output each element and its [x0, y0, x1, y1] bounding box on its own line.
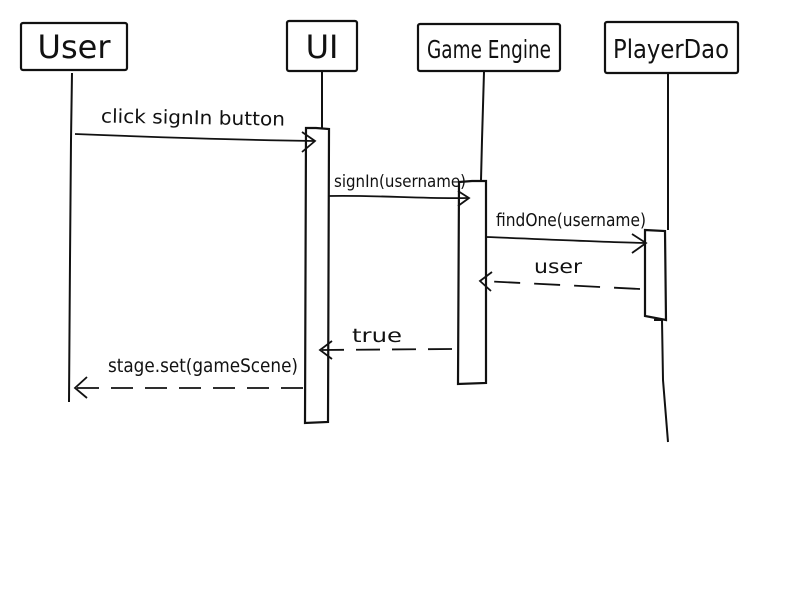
message-label-6: stage.set(gameScene) — [108, 355, 298, 377]
message-label-1: click signIn button — [101, 105, 285, 130]
participant-name-ui: UI — [306, 28, 339, 66]
message-label-5: true — [352, 325, 402, 347]
message-labels: click signIn button signIn(username) fin… — [101, 105, 646, 377]
message-arrow-3 — [485, 236, 646, 244]
participant-name-engine: Game Engine — [427, 35, 551, 64]
message-arrow-2 — [327, 194, 469, 200]
participant-name-user: User — [38, 28, 112, 66]
sequence-diagram: User UI Game Engine PlayerDao click sign… — [19, 19, 740, 443]
activation-dao — [643, 228, 668, 322]
message-label-3: findOne(username) — [496, 210, 646, 231]
message-label-4: user — [534, 256, 582, 278]
participant-heads: User UI Game Engine PlayerDao — [19, 19, 740, 75]
message-label-2: signIn(username) — [334, 172, 466, 192]
message-arrow-5 — [321, 348, 453, 351]
message-arrow-1 — [74, 133, 315, 142]
message-arrow-4 — [481, 280, 641, 290]
lifeline-engine — [480, 71, 485, 181]
activation-ui — [303, 126, 331, 425]
participant-name-dao: PlayerDao — [613, 35, 729, 65]
lifeline-user — [68, 72, 73, 403]
